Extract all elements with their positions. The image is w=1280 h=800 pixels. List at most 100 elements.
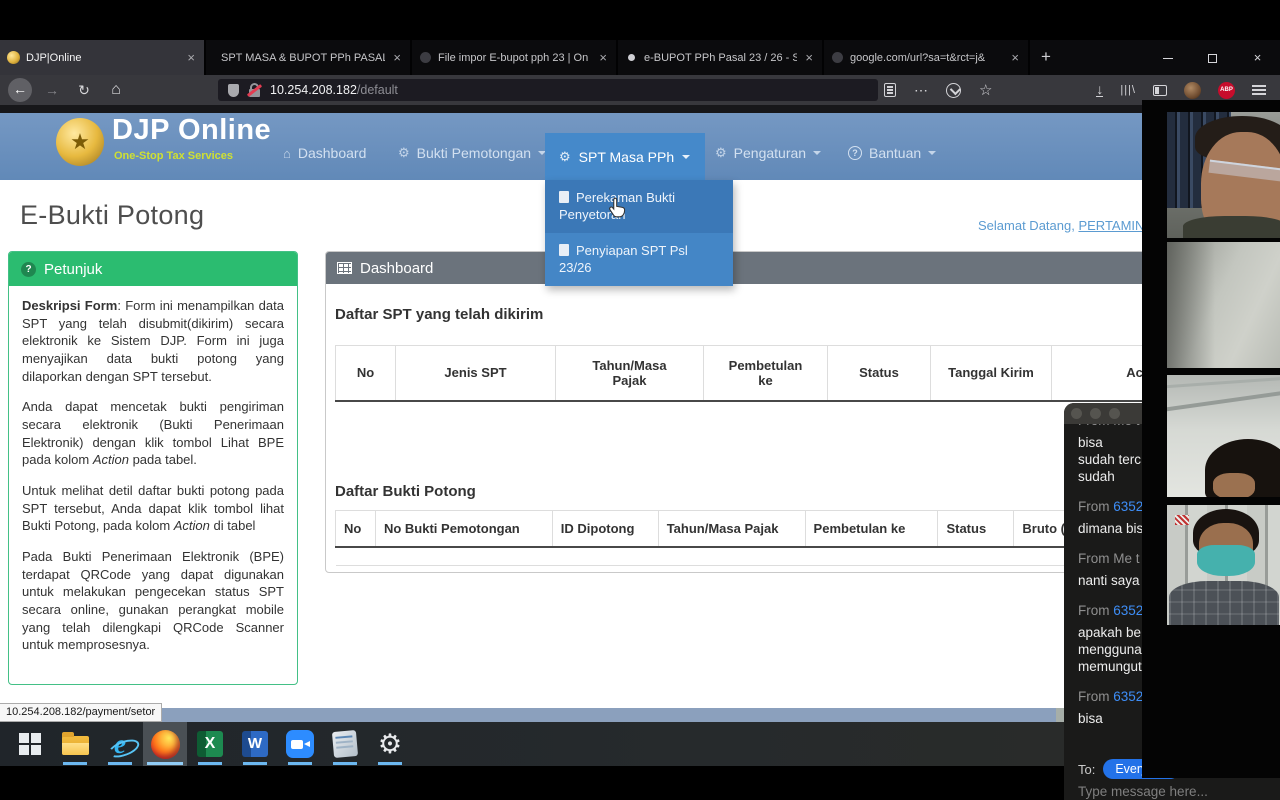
participant-video-3[interactable] xyxy=(1167,375,1280,497)
tab-close-icon[interactable]: × xyxy=(597,50,609,65)
close-icon[interactable]: × xyxy=(1235,40,1280,75)
chat-input[interactable]: Type message here... xyxy=(1078,784,1208,799)
url-host: 10.254.208.182 xyxy=(270,83,357,97)
participant-video-2[interactable] xyxy=(1167,242,1280,368)
dropdown-item[interactable]: Perekaman Bukti Penyetoran xyxy=(545,180,733,233)
tab-close-icon[interactable]: × xyxy=(803,50,815,65)
petunjuk-paragraph: Anda dapat mencetak bukti pengiriman sec… xyxy=(22,398,284,469)
taskbar-item-notepad[interactable] xyxy=(323,722,367,766)
home-icon: ⌂ xyxy=(283,146,291,161)
excel-icon: X xyxy=(197,731,223,757)
taskbar-item-excel[interactable]: X xyxy=(188,722,232,766)
taskbar-item-start[interactable] xyxy=(8,722,52,766)
nav-item-dashboard[interactable]: ⌂ Dashboard xyxy=(283,145,366,161)
taskbar-item-file-explorer[interactable] xyxy=(53,722,97,766)
adblock-abp-icon[interactable]: ABP xyxy=(1218,82,1235,99)
browser-tab[interactable]: e-BUPOT PPh Pasal 23 / 26 - Sa × xyxy=(618,40,824,75)
column-header: Tanggal Kirim xyxy=(931,346,1052,401)
bookmark-star-icon[interactable]: ☆ xyxy=(979,81,992,99)
minimize-icon[interactable] xyxy=(1145,40,1190,75)
tab-close-icon[interactable]: × xyxy=(391,50,403,65)
question-icon: ? xyxy=(21,262,36,277)
word-icon: W xyxy=(242,731,268,757)
petunjuk-paragraph: Deskripsi Form: Form ini menampilkan dat… xyxy=(22,297,284,385)
petunjuk-header: ? Petunjuk xyxy=(9,252,297,286)
new-tab-button[interactable]: + xyxy=(1030,40,1062,75)
browser-tab[interactable]: google.com/url?sa=t&rct=j& × xyxy=(824,40,1030,75)
browser-tab[interactable]: DJP|Online × xyxy=(0,40,206,75)
column-header: Pembetulan ke xyxy=(805,511,938,547)
column-header: Tahun/Masa Pajak xyxy=(556,346,704,401)
text-segment: pada tabel. xyxy=(129,452,197,467)
file-explorer-icon xyxy=(62,736,89,755)
running-indicator xyxy=(378,762,402,765)
djp-logo: ★ xyxy=(56,118,104,166)
column-header: Pembetulan ke xyxy=(704,346,828,401)
meta-segment: 6352 xyxy=(1113,603,1143,618)
tab-favicon xyxy=(832,52,843,63)
participant-video-4[interactable] xyxy=(1167,505,1280,625)
tracking-shield-icon[interactable] xyxy=(228,84,239,97)
meta-segment: 6352 xyxy=(1113,689,1143,704)
chevron-down-icon xyxy=(682,155,690,163)
dashboard-header: Dashboard xyxy=(326,252,1160,284)
tab-close-icon[interactable]: × xyxy=(185,50,197,65)
petunjuk-panel: ? Petunjuk Deskripsi Form: Form ini mena… xyxy=(8,251,298,685)
taskbar-item-internet-explorer[interactable]: e xyxy=(98,722,142,766)
library-icon[interactable]: |||\ xyxy=(1120,84,1136,96)
reader-view-icon[interactable] xyxy=(884,83,896,97)
taskbar-item-word[interactable]: W xyxy=(233,722,277,766)
forward-icon[interactable]: → xyxy=(40,75,64,105)
site-header: ★ DJP Online One-Stop Tax Services ⌂Dash… xyxy=(0,113,1280,180)
taskbar-item-zoom[interactable] xyxy=(278,722,322,766)
tab-title: File impor E-bupot pph 23 | On xyxy=(438,52,591,64)
video-strip xyxy=(1142,100,1280,778)
back-icon[interactable]: ← xyxy=(8,78,32,102)
nav-label: Dashboard xyxy=(298,145,367,161)
pocket-icon[interactable] xyxy=(946,83,961,98)
dropdown-item[interactable]: Penyiapan SPT Psl 23/26 xyxy=(545,233,733,286)
file-icon xyxy=(559,244,569,256)
nav-item-bukti-pemotongan[interactable]: ⚙Bukti Pemotongan xyxy=(398,145,546,161)
taskbar-item-firefox[interactable] xyxy=(143,722,187,766)
insecure-lock-icon[interactable] xyxy=(248,83,261,97)
nav-item-pengaturan[interactable]: ⚙Pengaturan xyxy=(715,145,821,161)
horizontal-scrollbar[interactable] xyxy=(0,708,1150,722)
section-title-spt: Daftar SPT yang telah dikirim xyxy=(335,306,543,323)
participant-video-1[interactable] xyxy=(1167,112,1280,238)
settings-gear-icon: ⚙ xyxy=(378,731,402,758)
downloads-icon[interactable]: ↓ xyxy=(1096,83,1103,97)
chevron-down-icon xyxy=(928,151,936,159)
zoom-app-icon xyxy=(286,730,314,758)
tab-title: google.com/url?sa=t&rct=j& xyxy=(850,52,1003,64)
window-dots-icon xyxy=(1071,408,1120,419)
sidebar-icon[interactable] xyxy=(1153,85,1167,96)
text-segment: Action xyxy=(93,452,129,467)
maximize-icon[interactable] xyxy=(1190,40,1235,75)
tab-title: DJP|Online xyxy=(26,52,179,64)
nav-item-spt-masa-pph[interactable]: ⚙SPT Masa PPh xyxy=(545,133,705,180)
browser-tab[interactable]: SPT MASA & BUPOT PPh PASAL 23× xyxy=(206,40,412,75)
column-header: No xyxy=(336,511,376,547)
tab-favicon xyxy=(628,54,635,61)
account-avatar[interactable] xyxy=(1184,82,1201,99)
tab-title: e-BUPOT PPh Pasal 23 / 26 - Sa xyxy=(644,52,797,64)
dashboard-title: Dashboard xyxy=(360,260,433,277)
petunjuk-paragraph: Pada Bukti Penerimaan Elektronik (BPE) t… xyxy=(22,548,284,654)
reload-icon[interactable]: ↻ xyxy=(72,75,96,105)
taskbar-item-settings[interactable]: ⚙ xyxy=(368,722,412,766)
page-actions-icon[interactable]: ⋯ xyxy=(914,82,928,99)
column-header: No xyxy=(336,346,396,401)
column-header: Tahun/Masa Pajak xyxy=(658,511,805,547)
column-header: Status xyxy=(828,346,931,401)
address-bar[interactable]: 10.254.208.182 /default xyxy=(218,79,878,101)
browser-tab[interactable]: File impor E-bupot pph 23 | On × xyxy=(412,40,618,75)
menu-hamburger-icon[interactable] xyxy=(1252,85,1266,95)
nav-label: Bantuan xyxy=(869,145,921,161)
meta-segment: From xyxy=(1078,499,1113,514)
meta-segment: 6352 xyxy=(1113,499,1143,514)
tab-close-icon[interactable]: × xyxy=(1009,50,1021,65)
nav-item-bantuan[interactable]: ?Bantuan xyxy=(848,145,936,161)
text-segment: Action xyxy=(174,518,210,533)
home-icon[interactable]: ⌂ xyxy=(104,75,128,105)
